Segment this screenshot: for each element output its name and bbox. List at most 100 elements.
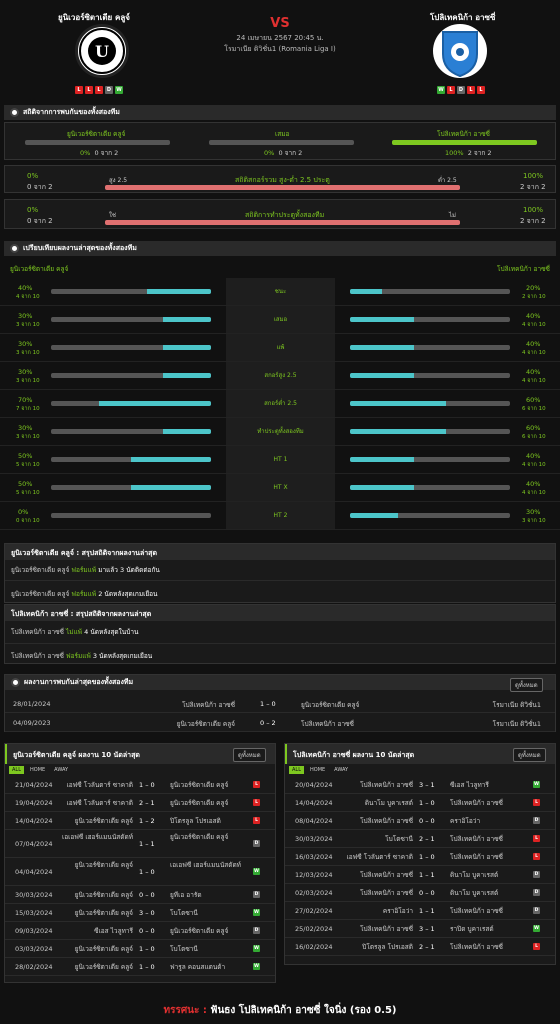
compare-right-bar [350,373,510,378]
match-row[interactable]: 14/04/2024 ดินาโม บูคาเรสต์ 1 – 0 โปลิเทคนิ… [285,794,555,812]
match-row[interactable]: 03/03/2024 ยูนิเวอร์ซิตาเตีย คลูจ์ 1 – 0 โบ… [5,940,275,958]
match-score: 1 – 1 [419,907,435,915]
match-home: ยูนิเวอร์ซิตาเตีย คลูจ์ [74,909,133,917]
tip-label: ทรรศนะ : [163,1005,207,1016]
match-date: 21/04/2024 [15,781,53,789]
tab-home[interactable]: HOME [27,766,48,774]
h2h-home: ยูนิเวอร์ซิตาเตีย คลูจ์ [176,720,235,728]
summary-home-line1: ยูนิเวอร์ซิตาเตีย คลูจ์ ฟอร์มแพ้ มาแล้ว … [5,560,555,581]
match-date: 27/02/2024 [295,907,333,915]
h2h-date: 04/09/2023 [13,719,51,727]
compare-left-fill [163,345,211,350]
compare-left-count: 3 จาก 10 [16,322,40,328]
compare-label: สกอร์ต่ำ 2.5 [226,390,335,417]
match-date: 02/03/2024 [295,889,333,897]
match-row[interactable]: 12/03/2024 โปลิเทคนิก้า อาซซี่ 1 – 1 ดินาโม… [285,866,555,884]
match-date: 16/03/2024 [295,853,333,861]
compare-right-bar [350,289,510,294]
result-badge: D [253,891,260,898]
match-row[interactable]: 30/03/2024 ยูนิเวอร์ซิตาเตีย คลูจ์ 0 – 0 ยู… [5,886,275,904]
tab-away[interactable]: AWAY [331,766,351,774]
match-away: ราปิด บูคาเรสต์ [450,925,494,933]
compare-title: เปรียบเทียบผลงานล่าสุดของทั้งสองทีม [23,244,137,252]
match-away: ยูนิเวอร์ซิตาเตีย คลูจ์ [170,927,229,935]
last10-away: โปลิเทคนิก้า อาซซี่ ผลงาน 10 นัดล่าสุด ด… [284,743,556,965]
tab-all[interactable]: ALL [289,766,304,774]
match-row[interactable]: 04/04/2024 ยูนิเวอร์ซิตาเตีย คลูจ์ 1 – 0 เอ… [5,858,275,886]
match-date: 04/04/2024 [15,868,53,876]
ou-left-count: 0 จาก 2 [27,183,53,191]
match-row[interactable]: 20/04/2024 โปลิเทคนิก้า อาซซี่ 3 – 1 ซีเอส … [285,776,555,794]
match-score: 3 – 1 [419,781,435,789]
match-row[interactable]: 07/04/2024 เอเอฟซี เฮอร์แมนนัสตัดท์ 1 – 1 ย… [5,830,275,858]
match-score: 1 – 1 [139,840,155,848]
h2h-view-all-button[interactable]: ดูทั้งหมด [510,678,543,692]
compare-away-label: โปลิเทคนิก้า อาซซี่ [497,265,550,273]
compare-left-count: 3 จาก 10 [16,350,40,356]
tab-home[interactable]: HOME [307,766,328,774]
match-row[interactable]: 02/03/2024 โปลิเทคนิก้า อาซซี่ 0 – 0 ดินาโม… [285,884,555,902]
compare-row: 40% 4 จาก 10 ชนะ 20% 2 จาก 10 [0,278,560,306]
compare-right-pct: 60% [526,396,541,404]
compare-left-pct: 30% [18,424,33,432]
compare-left-bar [51,485,211,490]
match-row[interactable]: 21/04/2024 เอฟซี โวลันตาร์ ซาคาติ 1 – 0 ยูน… [5,776,275,794]
match-row[interactable]: 25/02/2024 โปลิเทคนิก้า อาซซี่ 3 – 1 ราปิด … [285,920,555,938]
match-date: 19/04/2024 [15,799,53,807]
match-home: ซีเอส ไวลูทารี [94,927,133,935]
match-row[interactable]: 09/03/2024 ซีเอส ไวลูทารี 0 – 0 ยูนิเวอร์ซิ… [5,922,275,940]
h2h-row[interactable]: 28/01/2024 โปลิเทคนิก้า อาซซี่ 1 – 0 ยูนิเว… [5,694,555,713]
match-row[interactable]: 28/02/2024 ยูนิเวอร์ซิตาเตีย คลูจ์ 1 – 0 ฟา… [5,958,275,976]
match-date: 25/02/2024 [295,925,333,933]
compare-left-count: 3 จาก 10 [16,434,40,440]
result-badge: W [533,781,540,788]
compare-label: ทำประตูทั้งสองทีม [226,418,335,445]
compare-right-pct: 30% [526,508,541,516]
match-date: 14/04/2024 [15,817,53,825]
match-row[interactable]: 14/04/2024 ยูนิเวอร์ซิตาเตีย คลูจ์ 1 – 2 ปิ… [5,812,275,830]
match-away: ปิโตรลูล โปรเอสติ [170,817,221,825]
match-away: ซีเอส ไวลูทารี [450,781,489,789]
compare-right-fill [350,485,414,490]
result-badge: W [533,925,540,932]
h2h-league: โรมาเนีย ดิวิชั่น1 [492,701,541,709]
match-row[interactable]: 27/02/2024 คราอิโอว่า 1 – 1 โปลิเทคนิก้า อา… [285,902,555,920]
form-badge: D [457,86,465,94]
match-row[interactable]: 16/02/2024 ปิโตรลูล โปรเอสติ 2 – 1 โปลิเทคน… [285,938,555,956]
match-score: 1 – 2 [139,817,155,825]
match-home: เอฟซี โวลันตาร์ ซาคาติ [346,853,413,861]
match-away: โปลิเทคนิก้า อาซซี่ [450,835,503,843]
match-row[interactable]: 08/04/2024 โปลิเทคนิก้า อาซซี่ 0 – 0 คราอิโ… [285,812,555,830]
match-score: 2 – 1 [139,799,155,807]
result-badge: L [253,799,260,806]
compare-left-count: 7 จาก 10 [16,406,40,412]
football-icon [10,244,19,253]
away-team-name[interactable]: โปลิเทคนิก้า อาซซี่ [430,11,495,24]
h2h-score: 0 – 2 [260,719,276,727]
compare-right-bar [350,429,510,434]
tab-all[interactable]: ALL [9,766,24,774]
tab-away[interactable]: AWAY [51,766,71,774]
form-badge: W [437,86,445,94]
result-badge: D [533,907,540,914]
away-crest-icon [442,31,478,78]
match-score: 1 – 0 [139,868,155,876]
compare-right-pct: 40% [526,452,541,460]
match-row[interactable]: 19/04/2024 เอฟซี โวลันตาร์ ซาคาติ 2 – 1 ยูน… [5,794,275,812]
h2h-home: โปลิเทคนิก้า อาซซี่ [182,701,235,709]
compare-right-pct: 40% [526,312,541,320]
ou-right-pct: 100% [523,172,544,180]
match-row[interactable]: 16/03/2024 เอฟซี โวลันตาร์ ซาคาติ 1 – 0 โปล… [285,848,555,866]
h2h-result-box: ยูนิเวอร์ซิตาเตีย คลูจ์ เสมอ โปลิเทคนิก้… [4,122,556,160]
home-form: LLLDW [75,86,123,94]
match-row[interactable]: 30/03/2024 โบโตซานี 2 – 1 โปลิเทคนิก้า อาซซ… [285,830,555,848]
match-away: ยูนิเวอร์ซิตาเตีย คลูจ์ [170,781,229,789]
match-row[interactable]: 15/03/2024 ยูนิเวอร์ซิตาเตีย คลูจ์ 3 – 0 โบ… [5,904,275,922]
compare-left-fill [131,457,211,462]
last10-home-view-all[interactable]: ดูทั้งหมด [233,748,266,762]
h2h-row[interactable]: 04/09/2023 ยูนิเวอร์ซิตาเตีย คลูจ์ 0 – 2 โป… [5,713,555,732]
tip-line: ทรรศนะ : ฟันธง โปลิเทคนิก้า อาซซี่ ใจนิ่… [0,1003,560,1018]
result-badge: L [533,853,540,860]
last10-away-view-all[interactable]: ดูทั้งหมด [513,748,546,762]
result-badge: L [533,943,540,950]
